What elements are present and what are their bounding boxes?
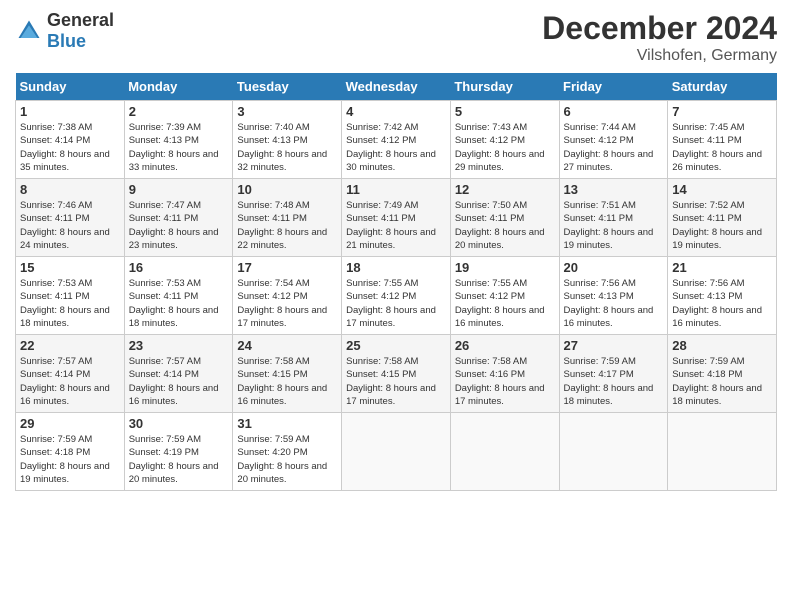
header-row: Sunday Monday Tuesday Wednesday Thursday… [16,73,777,101]
day-13: 13 Sunrise: 7:51 AMSunset: 4:11 PMDaylig… [559,179,668,257]
day-10: 10 Sunrise: 7:48 AMSunset: 4:11 PMDaylig… [233,179,342,257]
day-12: 12 Sunrise: 7:50 AMSunset: 4:11 PMDaylig… [450,179,559,257]
logo: General Blue [15,10,114,52]
table-row: 8 Sunrise: 7:46 AMSunset: 4:11 PMDayligh… [16,179,777,257]
day-26: 26 Sunrise: 7:58 AMSunset: 4:16 PMDaylig… [450,335,559,413]
day-22: 22 Sunrise: 7:57 AMSunset: 4:14 PMDaylig… [16,335,125,413]
empty-cell [668,413,777,491]
empty-cell [450,413,559,491]
col-thursday: Thursday [450,73,559,101]
day-19: 19 Sunrise: 7:55 AMSunset: 4:12 PMDaylig… [450,257,559,335]
day-6: 6 Sunrise: 7:44 AMSunset: 4:12 PMDayligh… [559,101,668,179]
header: General Blue December 2024 Vilshofen, Ge… [15,10,777,65]
day-3: 3 Sunrise: 7:40 AMSunset: 4:13 PMDayligh… [233,101,342,179]
logo-text: General Blue [47,10,114,52]
subtitle: Vilshofen, Germany [542,47,777,65]
table-row: 29 Sunrise: 7:59 AMSunset: 4:18 PMDaylig… [16,413,777,491]
day-7: 7 Sunrise: 7:45 AMSunset: 4:11 PMDayligh… [668,101,777,179]
calendar-table: Sunday Monday Tuesday Wednesday Thursday… [15,73,777,491]
day-14: 14 Sunrise: 7:52 AMSunset: 4:11 PMDaylig… [668,179,777,257]
day-27: 27 Sunrise: 7:59 AMSunset: 4:17 PMDaylig… [559,335,668,413]
day-25: 25 Sunrise: 7:58 AMSunset: 4:15 PMDaylig… [342,335,451,413]
day-4: 4 Sunrise: 7:42 AMSunset: 4:12 PMDayligh… [342,101,451,179]
day-21: 21 Sunrise: 7:56 AMSunset: 4:13 PMDaylig… [668,257,777,335]
col-friday: Friday [559,73,668,101]
day-28: 28 Sunrise: 7:59 AMSunset: 4:18 PMDaylig… [668,335,777,413]
day-30: 30 Sunrise: 7:59 AMSunset: 4:19 PMDaylig… [124,413,233,491]
day-9: 9 Sunrise: 7:47 AMSunset: 4:11 PMDayligh… [124,179,233,257]
day-24: 24 Sunrise: 7:58 AMSunset: 4:15 PMDaylig… [233,335,342,413]
day-17: 17 Sunrise: 7:54 AMSunset: 4:12 PMDaylig… [233,257,342,335]
day-20: 20 Sunrise: 7:56 AMSunset: 4:13 PMDaylig… [559,257,668,335]
col-monday: Monday [124,73,233,101]
logo-general: General [47,10,114,30]
day-15: 15 Sunrise: 7:53 AMSunset: 4:11 PMDaylig… [16,257,125,335]
title-block: December 2024 Vilshofen, Germany [542,10,777,65]
logo-icon [15,17,43,45]
day-8: 8 Sunrise: 7:46 AMSunset: 4:11 PMDayligh… [16,179,125,257]
day-29: 29 Sunrise: 7:59 AMSunset: 4:18 PMDaylig… [16,413,125,491]
col-saturday: Saturday [668,73,777,101]
day-16: 16 Sunrise: 7:53 AMSunset: 4:11 PMDaylig… [124,257,233,335]
col-tuesday: Tuesday [233,73,342,101]
table-row: 22 Sunrise: 7:57 AMSunset: 4:14 PMDaylig… [16,335,777,413]
table-row: 1 Sunrise: 7:38 AMSunset: 4:14 PMDayligh… [16,101,777,179]
day-18: 18 Sunrise: 7:55 AMSunset: 4:12 PMDaylig… [342,257,451,335]
day-1: 1 Sunrise: 7:38 AMSunset: 4:14 PMDayligh… [16,101,125,179]
col-sunday: Sunday [16,73,125,101]
day-11: 11 Sunrise: 7:49 AMSunset: 4:11 PMDaylig… [342,179,451,257]
day-31: 31 Sunrise: 7:59 AMSunset: 4:20 PMDaylig… [233,413,342,491]
empty-cell [559,413,668,491]
day-2: 2 Sunrise: 7:39 AMSunset: 4:13 PMDayligh… [124,101,233,179]
day-23: 23 Sunrise: 7:57 AMSunset: 4:14 PMDaylig… [124,335,233,413]
empty-cell [342,413,451,491]
day-5: 5 Sunrise: 7:43 AMSunset: 4:12 PMDayligh… [450,101,559,179]
col-wednesday: Wednesday [342,73,451,101]
logo-blue: Blue [47,31,86,51]
page: General Blue December 2024 Vilshofen, Ge… [0,0,792,612]
table-row: 15 Sunrise: 7:53 AMSunset: 4:11 PMDaylig… [16,257,777,335]
main-title: December 2024 [542,10,777,47]
